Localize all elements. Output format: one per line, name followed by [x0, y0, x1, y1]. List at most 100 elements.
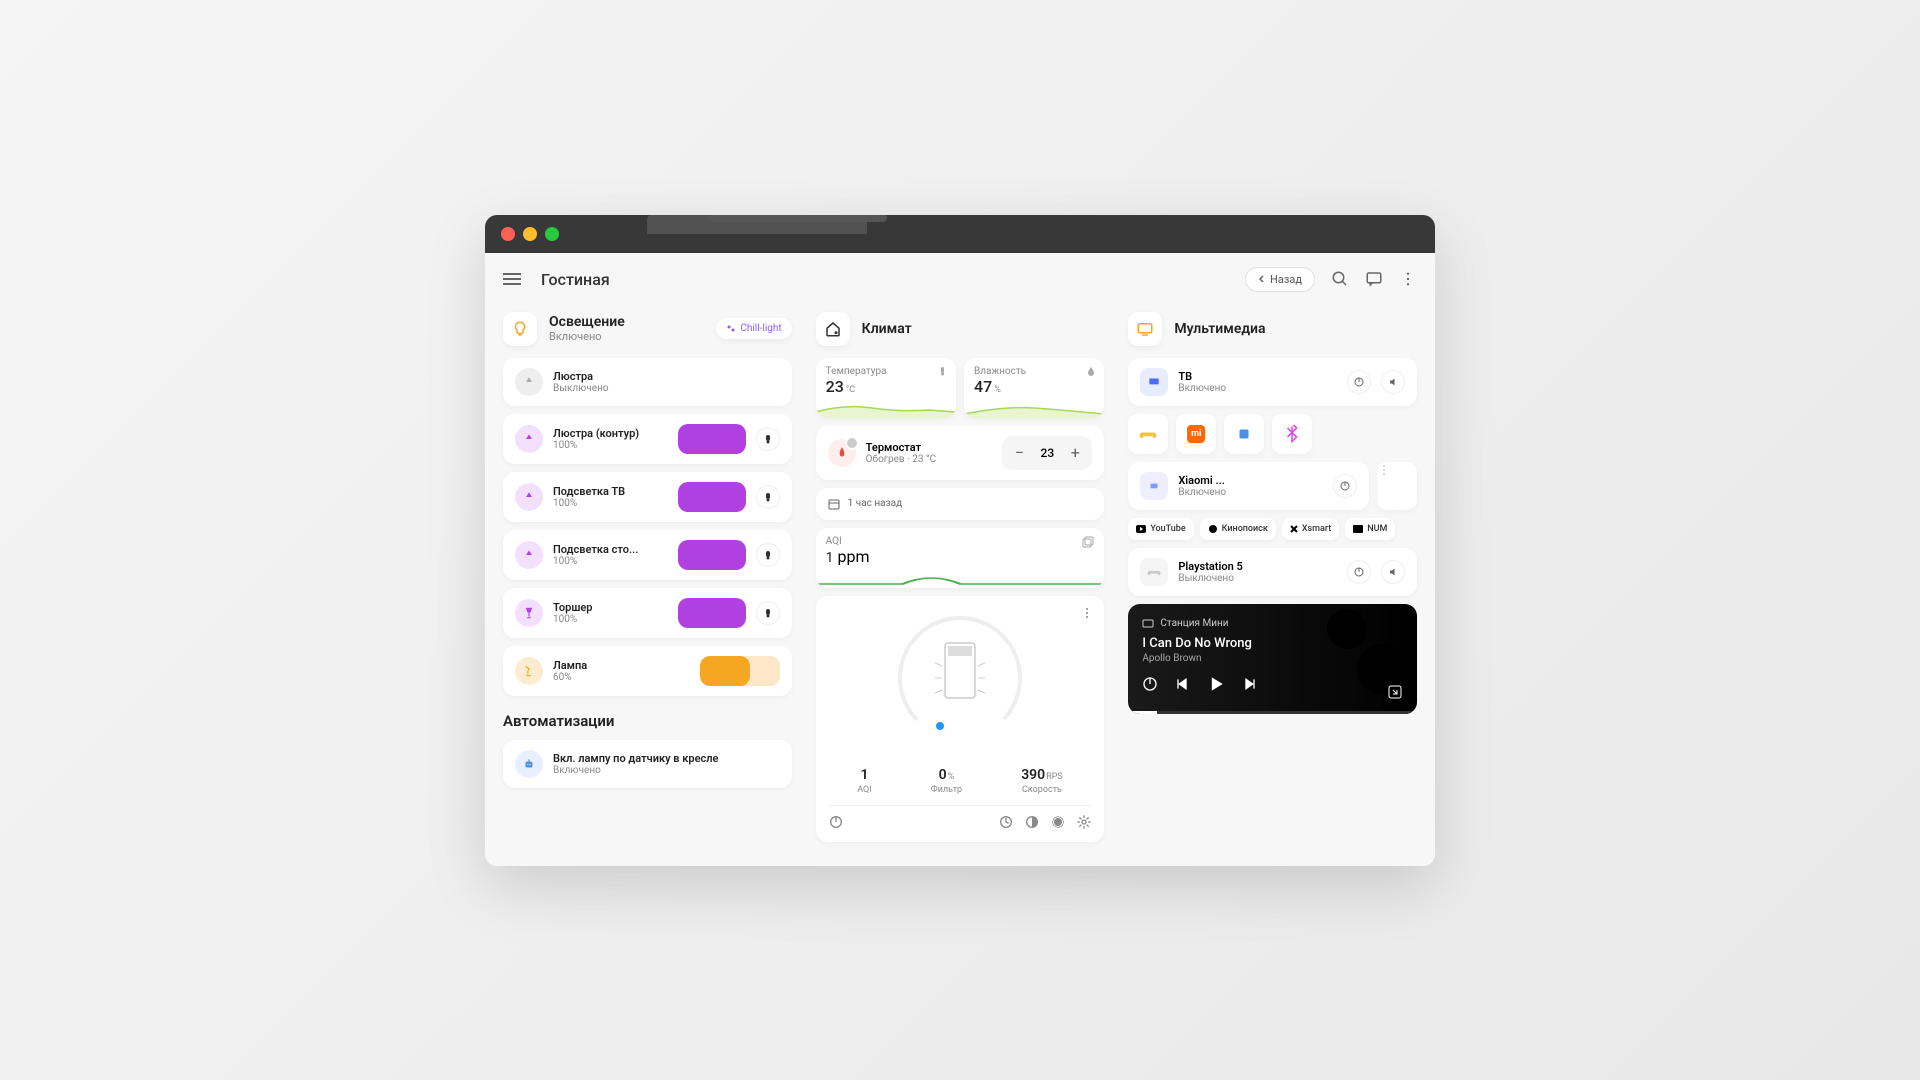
automation-item[interactable]: Вкл. лампу по датчику в кресле Включено	[503, 740, 792, 788]
heating-icon	[828, 439, 856, 467]
bluetooth-icon[interactable]	[1272, 414, 1312, 454]
maximize-dot[interactable]	[545, 227, 559, 241]
lighting-icon	[503, 312, 537, 346]
mi-icon[interactable]: mi	[1176, 414, 1216, 454]
contrast-icon[interactable]	[1024, 814, 1040, 830]
light-lamp[interactable]: Лампа 60%	[503, 646, 792, 696]
timer-icon[interactable]	[998, 814, 1014, 830]
purifier-card: 1AQI 0%Фильтр 390RPSСкорость	[816, 596, 1105, 842]
settings-icon[interactable]	[1076, 814, 1092, 830]
light-chandelier-contour[interactable]: Люстра (контур) 100%	[503, 414, 792, 464]
scene-chip[interactable]: Chill-light	[716, 318, 791, 339]
thermometer-icon	[938, 366, 948, 376]
bulb-icon	[515, 425, 543, 453]
brightness-slider[interactable]	[678, 424, 746, 454]
player-progress[interactable]	[1128, 711, 1417, 714]
play-icon[interactable]	[1206, 674, 1226, 694]
temp-plus[interactable]: +	[1062, 440, 1088, 466]
copy-icon[interactable]	[1082, 536, 1096, 550]
floor-lamp-icon	[515, 599, 543, 627]
back-label: Назад	[1270, 273, 1302, 286]
browser-tab[interactable]	[647, 215, 867, 234]
player-power-icon[interactable]	[1142, 676, 1158, 692]
tv-card[interactable]: ТВ Включено	[1128, 358, 1417, 406]
svc-xsmart[interactable]: Xsmart	[1282, 518, 1339, 540]
calendar-icon	[828, 498, 840, 510]
light-floor-lamp[interactable]: Торшер 100%	[503, 588, 792, 638]
close-dot[interactable]	[501, 227, 515, 241]
color-button[interactable]	[756, 485, 780, 509]
temp-value: 23	[1032, 446, 1062, 460]
page-title: Гостиная	[541, 270, 610, 289]
power-button[interactable]	[1333, 474, 1357, 498]
light-chandelier[interactable]: Люстра Выключено	[503, 358, 792, 406]
volume-button[interactable]	[1381, 370, 1405, 394]
prev-track-icon[interactable]	[1174, 676, 1190, 692]
xiaomi-card[interactable]: Xiaomi ... Включено	[1128, 462, 1369, 510]
color-button[interactable]	[756, 543, 780, 567]
purifier-dial[interactable]	[890, 608, 1030, 748]
media-column: Мультимедиа ТВ Включено	[1128, 312, 1417, 842]
brightness-slider[interactable]	[678, 598, 746, 628]
media-icon	[1128, 312, 1162, 346]
more-icon[interactable]	[1080, 606, 1094, 620]
svc-kinopoisk[interactable]: Кинопоиск	[1200, 518, 1276, 540]
power-button[interactable]	[1347, 560, 1371, 584]
color-button[interactable]	[756, 427, 780, 451]
next-track-icon[interactable]	[1242, 676, 1258, 692]
ps5-card[interactable]: Playstation 5 Выключено	[1128, 548, 1417, 596]
light-tv-backlight[interactable]: Подсветка ТВ 100%	[503, 472, 792, 522]
search-icon[interactable]	[1331, 270, 1349, 288]
thermostat-card: Термостат Обогрев · 23 °C − 23 +	[816, 426, 1105, 480]
minimize-dot[interactable]	[523, 227, 537, 241]
aqi-card[interactable]: AQI 1 ppm	[816, 528, 1105, 588]
svc-num[interactable]: NUM	[1345, 518, 1395, 540]
humidity-card[interactable]: Влажность 47%	[964, 358, 1104, 418]
more-device-icon[interactable]	[1377, 462, 1417, 510]
auto-mode-icon[interactable]	[1050, 814, 1066, 830]
temp-sparkline	[816, 394, 956, 418]
expand-icon[interactable]	[1387, 684, 1403, 700]
bulb-icon	[515, 541, 543, 569]
playstation-icon	[1140, 558, 1168, 586]
chat-icon[interactable]	[1365, 270, 1383, 288]
temp-stepper: − 23 +	[1002, 436, 1092, 470]
hum-sparkline	[964, 394, 1104, 418]
media-player: Станция Мини I Can Do No Wrong Apollo Br…	[1128, 604, 1417, 714]
topbar: Гостиная Назад	[485, 253, 1435, 306]
lighting-title: Освещение	[549, 314, 704, 330]
bulb-icon	[515, 483, 543, 511]
volume-button[interactable]	[1381, 560, 1405, 584]
titlebar	[485, 215, 1435, 253]
device-icon	[1140, 472, 1168, 500]
more-icon[interactable]	[1399, 270, 1417, 288]
climate-column: Климат Температура 23°C Влажность 47%	[816, 312, 1105, 842]
svc-youtube[interactable]: YouTube	[1128, 518, 1193, 540]
aqi-sparkline	[816, 564, 1105, 588]
brightness-slider[interactable]	[678, 540, 746, 570]
night-mode-icon[interactable]	[972, 814, 988, 830]
back-button[interactable]: Назад	[1245, 267, 1315, 292]
lighting-status: Включено	[549, 330, 704, 343]
brightness-slider[interactable]	[700, 656, 780, 686]
automation-title: Автоматизации	[503, 712, 792, 730]
bulb-icon	[515, 368, 543, 396]
power-button[interactable]	[1347, 370, 1371, 394]
light-table-backlight[interactable]: Подсветка сто... 100%	[503, 530, 792, 580]
temp-minus[interactable]: −	[1006, 440, 1032, 466]
color-button[interactable]	[756, 601, 780, 625]
droplet-icon	[1086, 366, 1096, 376]
gamepad-icon[interactable]	[1128, 414, 1168, 454]
app-window: Гостиная Назад Освещение	[485, 215, 1435, 866]
power-icon[interactable]	[828, 814, 844, 830]
climate-title: Климат	[862, 321, 1105, 337]
temperature-card[interactable]: Температура 23°C	[816, 358, 956, 418]
brightness-slider[interactable]	[678, 482, 746, 512]
robot-icon	[515, 750, 543, 778]
desk-lamp-icon	[515, 657, 543, 685]
climate-icon	[816, 312, 850, 346]
media-title: Мультимедиа	[1174, 321, 1417, 337]
schedule-card[interactable]: 1 час назад	[816, 488, 1105, 520]
device-icon[interactable]	[1224, 414, 1264, 454]
menu-icon[interactable]	[503, 270, 521, 288]
